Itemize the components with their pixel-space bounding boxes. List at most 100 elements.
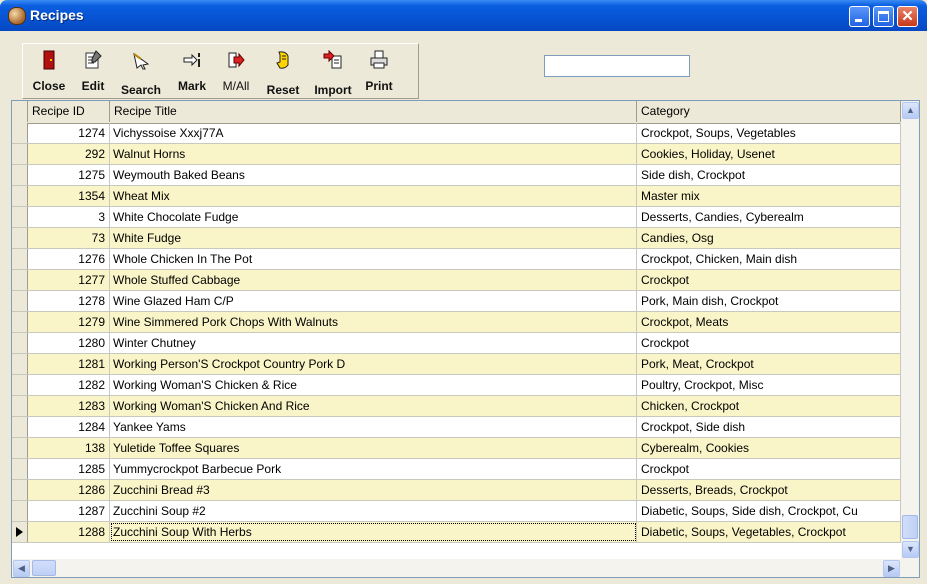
- row-selector[interactable]: [12, 375, 28, 395]
- category-cell[interactable]: Pork, Meat, Crockpot: [637, 354, 901, 374]
- row-selector[interactable]: [12, 459, 28, 479]
- row-selector[interactable]: [12, 354, 28, 374]
- scroll-down-button[interactable]: ▼: [902, 541, 919, 558]
- recipe-id-cell[interactable]: 1278: [28, 291, 110, 311]
- category-cell[interactable]: Desserts, Breads, Crockpot: [637, 480, 901, 500]
- table-row[interactable]: 1274 Vichyssoise Xxxj77A Crockpot, Soups, …: [12, 123, 901, 144]
- recipe-title-cell[interactable]: Wine Simmered Pork Chops With Walnuts: [110, 312, 637, 332]
- table-row[interactable]: 1288 Zucchini Soup With Herbs Diabetic, So…: [12, 522, 901, 543]
- edit-button[interactable]: Edit: [75, 48, 111, 96]
- category-cell[interactable]: Crockpot, Side dish: [637, 417, 901, 437]
- recipe-id-cell[interactable]: 1286: [28, 480, 110, 500]
- table-row[interactable]: 1286 Zucchini Bread #3 Desserts, Breads, C…: [12, 480, 901, 501]
- recipe-title-cell[interactable]: White Chocolate Fudge: [110, 207, 637, 227]
- table-row[interactable]: 1275 Weymouth Baked Beans Side dish, Crock…: [12, 165, 901, 186]
- recipe-id-cell[interactable]: 1284: [28, 417, 110, 437]
- import-button[interactable]: Import: [308, 48, 358, 97]
- search-button[interactable]: Search: [113, 48, 169, 97]
- category-cell[interactable]: Diabetic, Soups, Side dish, Crockpot, Cu: [637, 501, 901, 521]
- recipe-id-cell[interactable]: 1287: [28, 501, 110, 521]
- recipe-id-cell[interactable]: 1288: [28, 522, 110, 542]
- recipe-title-cell[interactable]: Working Woman'S Chicken And Rice: [110, 396, 637, 416]
- category-cell[interactable]: Crockpot: [637, 333, 901, 353]
- column-header-recipe-title[interactable]: Recipe Title: [110, 101, 637, 122]
- table-row[interactable]: 1284 Yankee Yams Crockpot, Side dish: [12, 417, 901, 438]
- reset-button[interactable]: Reset: [259, 48, 307, 97]
- recipe-id-cell[interactable]: 292: [28, 144, 110, 164]
- category-cell[interactable]: Crockpot, Soups, Vegetables: [637, 123, 901, 143]
- table-row[interactable]: 1279 Wine Simmered Pork Chops With Walnut…: [12, 312, 901, 333]
- recipe-id-cell[interactable]: 73: [28, 228, 110, 248]
- maximize-button[interactable]: [873, 6, 894, 27]
- horizontal-scrollbar[interactable]: ◀ ▶: [12, 559, 919, 577]
- recipe-title-cell[interactable]: Zucchini Soup #2: [110, 501, 637, 521]
- table-row[interactable]: 73 White Fudge Candies, Osg: [12, 228, 901, 249]
- category-cell[interactable]: Candies, Osg: [637, 228, 901, 248]
- recipe-title-cell[interactable]: Whole Chicken In The Pot: [110, 249, 637, 269]
- category-cell[interactable]: Cyberealm, Cookies: [637, 438, 901, 458]
- table-row[interactable]: 1277 Whole Stuffed Cabbage Crockpot: [12, 270, 901, 291]
- recipe-id-cell[interactable]: 1280: [28, 333, 110, 353]
- row-selector[interactable]: [12, 333, 28, 353]
- mark-button[interactable]: Mark: [173, 48, 211, 96]
- recipe-id-cell[interactable]: 3: [28, 207, 110, 227]
- category-cell[interactable]: Side dish, Crockpot: [637, 165, 901, 185]
- table-row[interactable]: 1278 Wine Glazed Ham C/P Pork, Main dish, …: [12, 291, 901, 312]
- column-header-recipe-id[interactable]: Recipe ID: [28, 101, 110, 122]
- row-selector[interactable]: [12, 396, 28, 416]
- table-row[interactable]: 292 Walnut Horns Cookies, Holiday, Usenet: [12, 144, 901, 165]
- category-cell[interactable]: Desserts, Candies, Cyberealm: [637, 207, 901, 227]
- row-selector[interactable]: [12, 228, 28, 248]
- recipe-id-cell[interactable]: 1282: [28, 375, 110, 395]
- search-input[interactable]: [544, 55, 690, 77]
- recipe-id-cell[interactable]: 1354: [28, 186, 110, 206]
- category-cell[interactable]: Crockpot, Chicken, Main dish: [637, 249, 901, 269]
- recipe-id-cell[interactable]: 1285: [28, 459, 110, 479]
- recipe-title-cell[interactable]: Weymouth Baked Beans: [110, 165, 637, 185]
- row-selector[interactable]: [12, 270, 28, 290]
- recipe-title-cell[interactable]: Yuletide Toffee Squares: [110, 438, 637, 458]
- recipe-id-cell[interactable]: 1274: [28, 123, 110, 143]
- recipe-id-cell[interactable]: 1281: [28, 354, 110, 374]
- recipe-title-cell[interactable]: Walnut Horns: [110, 144, 637, 164]
- vertical-scrollbar[interactable]: ▲ ▼: [901, 101, 919, 559]
- scroll-left-button[interactable]: ◀: [13, 560, 30, 577]
- row-selector[interactable]: [12, 249, 28, 269]
- row-selector[interactable]: [12, 186, 28, 206]
- recipe-id-cell[interactable]: 1283: [28, 396, 110, 416]
- category-cell[interactable]: Crockpot, Meats: [637, 312, 901, 332]
- category-cell[interactable]: Cookies, Holiday, Usenet: [637, 144, 901, 164]
- horizontal-scroll-thumb[interactable]: [32, 560, 56, 576]
- table-row[interactable]: 1281 Working Person'S Crockpot Country Po…: [12, 354, 901, 375]
- category-cell[interactable]: Crockpot: [637, 459, 901, 479]
- table-row[interactable]: 1276 Whole Chicken In The Pot Crockpot, Ch…: [12, 249, 901, 270]
- category-cell[interactable]: Chicken, Crockpot: [637, 396, 901, 416]
- recipe-id-cell[interactable]: 1276: [28, 249, 110, 269]
- recipe-title-cell[interactable]: Vichyssoise Xxxj77A: [110, 123, 637, 143]
- table-row[interactable]: 1280 Winter Chutney Crockpot: [12, 333, 901, 354]
- row-selector[interactable]: [12, 480, 28, 500]
- category-cell[interactable]: Poultry, Crockpot, Misc: [637, 375, 901, 395]
- vertical-scroll-thumb[interactable]: [902, 515, 918, 539]
- row-selector[interactable]: [12, 144, 28, 164]
- row-selector[interactable]: [12, 291, 28, 311]
- table-row[interactable]: 1287 Zucchini Soup #2 Diabetic, Soups, Sid…: [12, 501, 901, 522]
- recipe-title-cell[interactable]: Working Person'S Crockpot Country Pork D: [110, 354, 637, 374]
- recipe-title-cell[interactable]: Zucchini Bread #3: [110, 480, 637, 500]
- recipe-title-cell[interactable]: White Fudge: [110, 228, 637, 248]
- title-bar[interactable]: Recipes ✕: [0, 0, 927, 31]
- recipe-title-cell[interactable]: Wine Glazed Ham C/P: [110, 291, 637, 311]
- row-selector[interactable]: [12, 501, 28, 521]
- table-row[interactable]: 1354 Wheat Mix Master mix: [12, 186, 901, 207]
- row-selector[interactable]: [12, 123, 28, 143]
- row-selector[interactable]: [12, 312, 28, 332]
- mark-all-button[interactable]: M/All: [215, 48, 257, 96]
- recipe-title-cell[interactable]: Working Woman'S Chicken & Rice: [110, 375, 637, 395]
- recipe-title-cell[interactable]: Winter Chutney: [110, 333, 637, 353]
- column-header-category[interactable]: Category: [637, 101, 901, 122]
- recipe-id-cell[interactable]: 138: [28, 438, 110, 458]
- category-cell[interactable]: Diabetic, Soups, Vegetables, Crockpot: [637, 522, 901, 542]
- recipe-title-cell[interactable]: Whole Stuffed Cabbage: [110, 270, 637, 290]
- row-selector[interactable]: [12, 438, 28, 458]
- recipe-title-cell[interactable]: Zucchini Soup With Herbs: [110, 522, 637, 542]
